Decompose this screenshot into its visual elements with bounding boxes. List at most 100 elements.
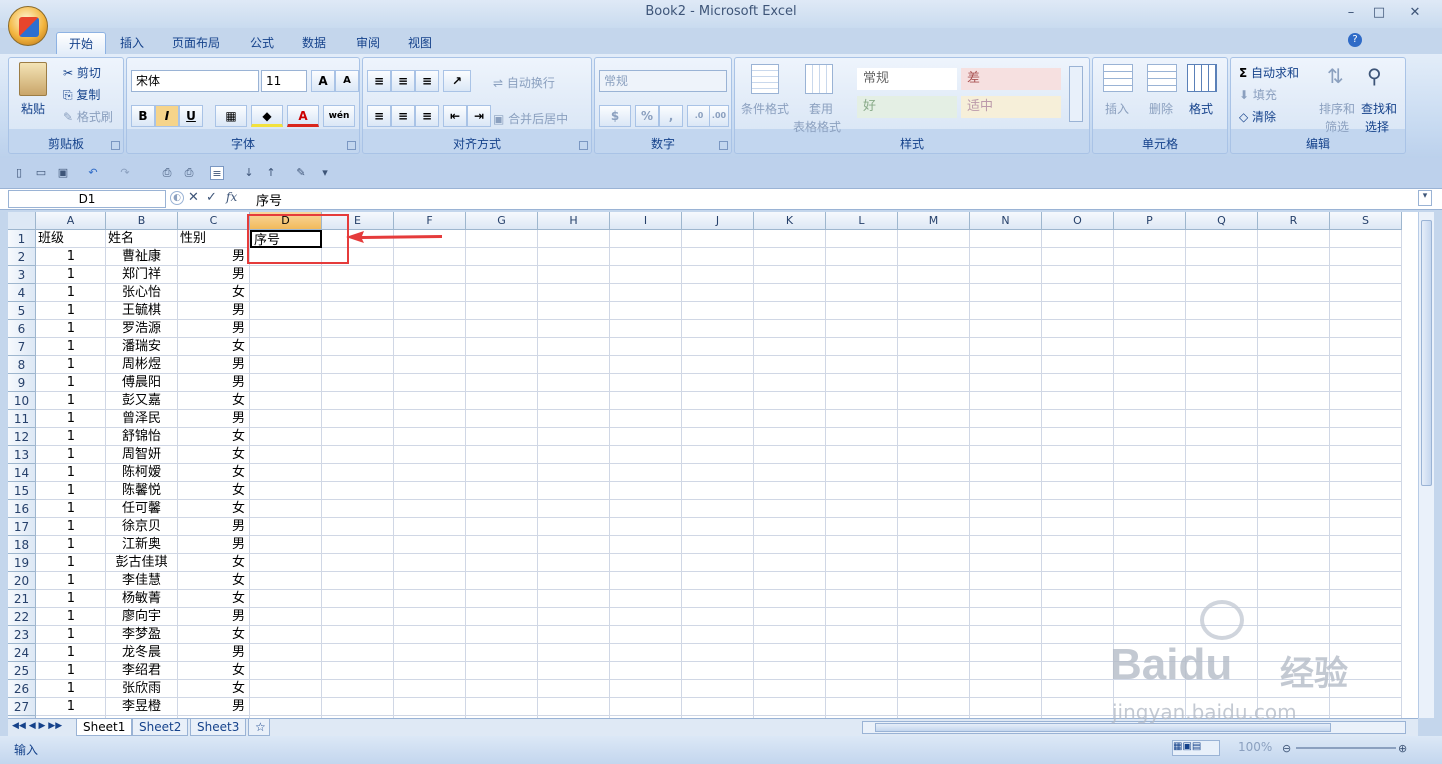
cell-q11[interactable] <box>1186 410 1258 428</box>
cell-e19[interactable] <box>322 554 394 572</box>
cell-p15[interactable] <box>1114 482 1186 500</box>
alignment-launcher-icon[interactable] <box>579 141 588 150</box>
cell-q3[interactable] <box>1186 266 1258 284</box>
cell-f23[interactable] <box>394 626 466 644</box>
cell-q2[interactable] <box>1186 248 1258 266</box>
cell-p11[interactable] <box>1114 410 1186 428</box>
cell-g16[interactable] <box>466 500 538 518</box>
cell-m3[interactable] <box>898 266 970 284</box>
cell-j5[interactable] <box>682 302 754 320</box>
cell-g8[interactable] <box>466 356 538 374</box>
font-size-select[interactable]: 11 <box>261 70 307 92</box>
cell-j22[interactable] <box>682 608 754 626</box>
cell-s3[interactable] <box>1330 266 1402 284</box>
row-header-2[interactable]: 2 <box>8 248 36 266</box>
cell-m9[interactable] <box>898 374 970 392</box>
cell-p16[interactable] <box>1114 500 1186 518</box>
cell-i22[interactable] <box>610 608 682 626</box>
row-header-17[interactable]: 17 <box>8 518 36 536</box>
align-center-button[interactable]: ≡ <box>391 105 415 127</box>
cell-q15[interactable] <box>1186 482 1258 500</box>
cell-k12[interactable] <box>754 428 826 446</box>
cell-k8[interactable] <box>754 356 826 374</box>
cell-d26[interactable] <box>250 680 322 698</box>
cell-m5[interactable] <box>898 302 970 320</box>
cell-i7[interactable] <box>610 338 682 356</box>
row-header-9[interactable]: 9 <box>8 374 36 392</box>
cell-b27[interactable]: 李昱橙 <box>106 698 178 716</box>
row-header-27[interactable]: 27 <box>8 698 36 716</box>
cell-i16[interactable] <box>610 500 682 518</box>
cell-i1[interactable] <box>610 230 682 248</box>
cell-r9[interactable] <box>1258 374 1330 392</box>
cell-i21[interactable] <box>610 590 682 608</box>
cell-l15[interactable] <box>826 482 898 500</box>
cell-n23[interactable] <box>970 626 1042 644</box>
cell-l12[interactable] <box>826 428 898 446</box>
cell-d24[interactable] <box>250 644 322 662</box>
cell-k2[interactable] <box>754 248 826 266</box>
zoom-in-icon[interactable]: ⊕ <box>1398 742 1407 755</box>
cell-i4[interactable] <box>610 284 682 302</box>
cell-g13[interactable] <box>466 446 538 464</box>
cell-b15[interactable]: 陈馨悦 <box>106 482 178 500</box>
cell-e18[interactable] <box>322 536 394 554</box>
cell-p20[interactable] <box>1114 572 1186 590</box>
cell-e22[interactable] <box>322 608 394 626</box>
bold-button[interactable]: B <box>131 105 155 127</box>
style-bad[interactable]: 差 <box>961 68 1061 90</box>
cell-k19[interactable] <box>754 554 826 572</box>
cell-b18[interactable]: 江新奥 <box>106 536 178 554</box>
row-header-20[interactable]: 20 <box>8 572 36 590</box>
cell-f14[interactable] <box>394 464 466 482</box>
cell-a24[interactable]: 1 <box>36 644 106 662</box>
cell-c12[interactable]: 女 <box>178 428 250 446</box>
cell-c27[interactable]: 男 <box>178 698 250 716</box>
cell-c11[interactable]: 男 <box>178 410 250 428</box>
cell-e23[interactable] <box>322 626 394 644</box>
cell-n7[interactable] <box>970 338 1042 356</box>
cell-e4[interactable] <box>322 284 394 302</box>
increase-decimal-button[interactable]: .0 <box>687 105 711 127</box>
cell-b2[interactable]: 曹祉康 <box>106 248 178 266</box>
cell-h3[interactable] <box>538 266 610 284</box>
new-icon[interactable]: ▯ <box>12 166 26 180</box>
column-header-m[interactable]: M <box>898 212 970 230</box>
cell-p2[interactable] <box>1114 248 1186 266</box>
cell-j19[interactable] <box>682 554 754 572</box>
cell-k10[interactable] <box>754 392 826 410</box>
cell-h12[interactable] <box>538 428 610 446</box>
cell-h16[interactable] <box>538 500 610 518</box>
cell-a26[interactable]: 1 <box>36 680 106 698</box>
cell-l16[interactable] <box>826 500 898 518</box>
row-header-14[interactable]: 14 <box>8 464 36 482</box>
row-header-25[interactable]: 25 <box>8 662 36 680</box>
cell-n14[interactable] <box>970 464 1042 482</box>
cell-b6[interactable]: 罗浩源 <box>106 320 178 338</box>
style-normal[interactable]: 常规 <box>857 68 957 90</box>
cell-e7[interactable] <box>322 338 394 356</box>
cell-n22[interactable] <box>970 608 1042 626</box>
cell-e16[interactable] <box>322 500 394 518</box>
cell-g24[interactable] <box>466 644 538 662</box>
cell-r10[interactable] <box>1258 392 1330 410</box>
cell-m25[interactable] <box>898 662 970 680</box>
cell-l6[interactable] <box>826 320 898 338</box>
cell-g23[interactable] <box>466 626 538 644</box>
column-header-c[interactable]: C <box>178 212 250 230</box>
cell-i8[interactable] <box>610 356 682 374</box>
cell-q13[interactable] <box>1186 446 1258 464</box>
cell-p10[interactable] <box>1114 392 1186 410</box>
cell-m8[interactable] <box>898 356 970 374</box>
cell-o23[interactable] <box>1042 626 1114 644</box>
cell-o16[interactable] <box>1042 500 1114 518</box>
cell-h19[interactable] <box>538 554 610 572</box>
wrap-text-button[interactable]: ⇌ 自动换行 <box>493 74 555 91</box>
cell-k22[interactable] <box>754 608 826 626</box>
cell-m11[interactable] <box>898 410 970 428</box>
cell-h4[interactable] <box>538 284 610 302</box>
cell-b5[interactable]: 王毓棋 <box>106 302 178 320</box>
cell-o1[interactable] <box>1042 230 1114 248</box>
cell-d5[interactable] <box>250 302 322 320</box>
cell-k20[interactable] <box>754 572 826 590</box>
